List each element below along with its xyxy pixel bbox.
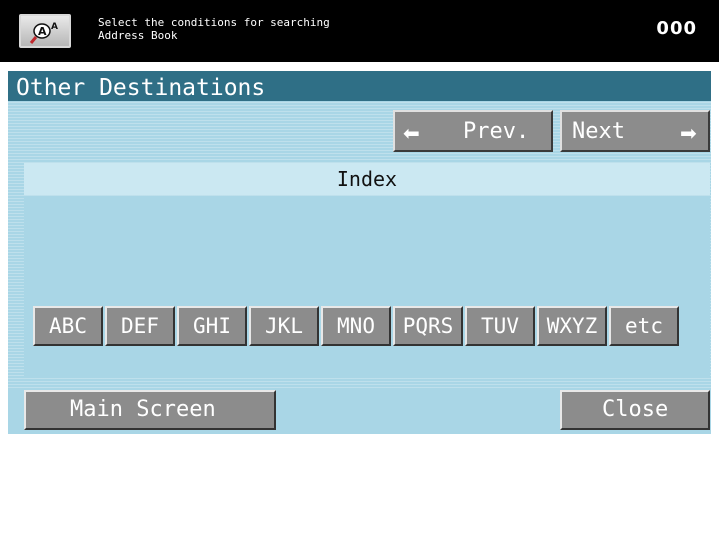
index-header: Index: [24, 163, 710, 195]
index-key-etc[interactable]: etc: [609, 306, 679, 346]
main-screen-button[interactable]: Main Screen: [24, 390, 341, 460]
svg-text:A: A: [51, 22, 58, 32]
index-key-def[interactable]: DEF: [105, 306, 175, 346]
address-book-search-icon[interactable]: A A: [19, 14, 71, 48]
screen: A A Select the conditions for searching …: [0, 0, 719, 460]
header-message-line2: Address Book: [98, 29, 178, 42]
close-button-label: Close: [602, 397, 669, 422]
index-key-tuv[interactable]: TUV: [465, 306, 535, 346]
return-up-arrow-icon: [242, 400, 341, 508]
index-key-abc[interactable]: ABC: [33, 306, 103, 346]
next-button[interactable]: Next ➡: [560, 110, 710, 152]
index-key-ghi[interactable]: GHI: [177, 306, 247, 346]
main-screen-label: Main Screen: [70, 397, 216, 422]
page-title: Other Destinations: [16, 75, 266, 101]
svg-text:A: A: [38, 25, 47, 38]
right-arrow-icon: ➡: [680, 121, 697, 145]
header-message: Select the conditions for searching Addr…: [98, 16, 330, 42]
index-key-wxyz[interactable]: WXYZ: [537, 306, 607, 346]
job-counter: 000: [656, 18, 697, 39]
next-button-label: Next: [572, 119, 625, 144]
index-title: Index: [336, 167, 398, 191]
prev-button[interactable]: ⬅ Prev.: [393, 110, 553, 152]
left-arrow-icon: ⬅: [403, 121, 420, 145]
index-area: [24, 196, 710, 378]
index-key-pqrs[interactable]: PQRS: [393, 306, 463, 346]
prev-button-label: Prev.: [463, 119, 530, 144]
close-button[interactable]: Close: [560, 390, 710, 430]
index-key-mno[interactable]: MNO: [321, 306, 391, 346]
header-message-line1: Select the conditions for searching: [98, 16, 330, 29]
index-key-jkl[interactable]: JKL: [249, 306, 319, 346]
header-bar: A A Select the conditions for searching …: [0, 0, 719, 62]
